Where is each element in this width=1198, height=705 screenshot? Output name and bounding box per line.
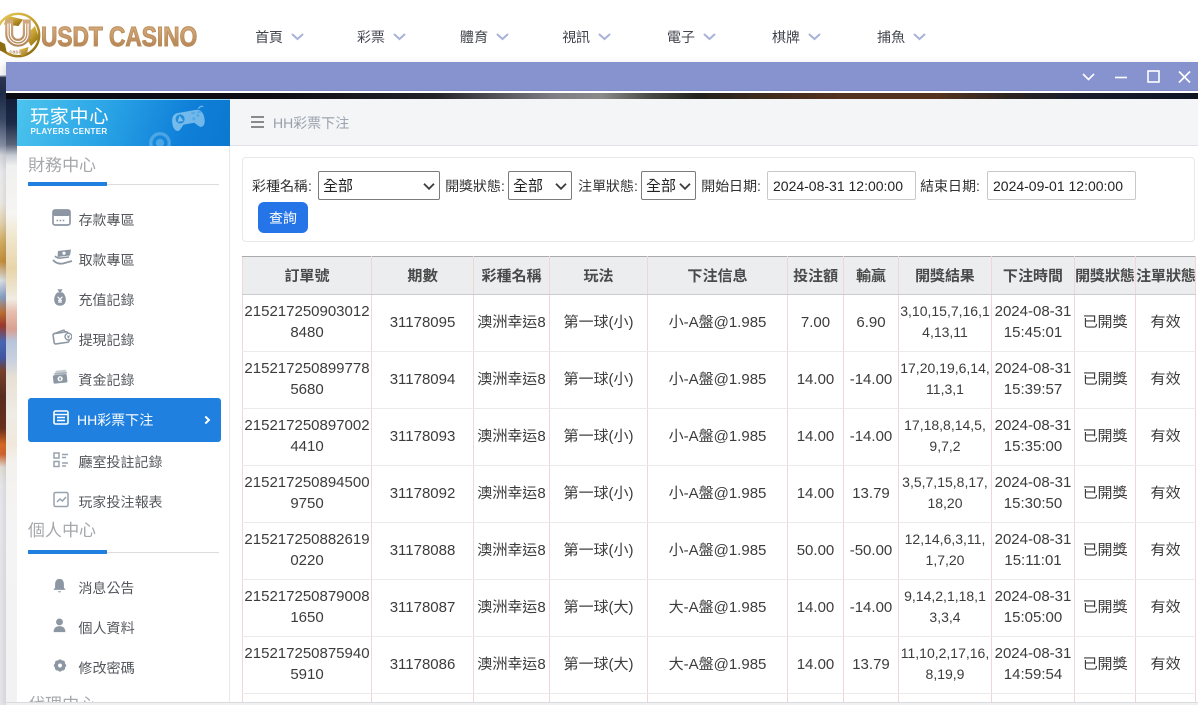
svg-text:casino: casino <box>9 50 27 56</box>
